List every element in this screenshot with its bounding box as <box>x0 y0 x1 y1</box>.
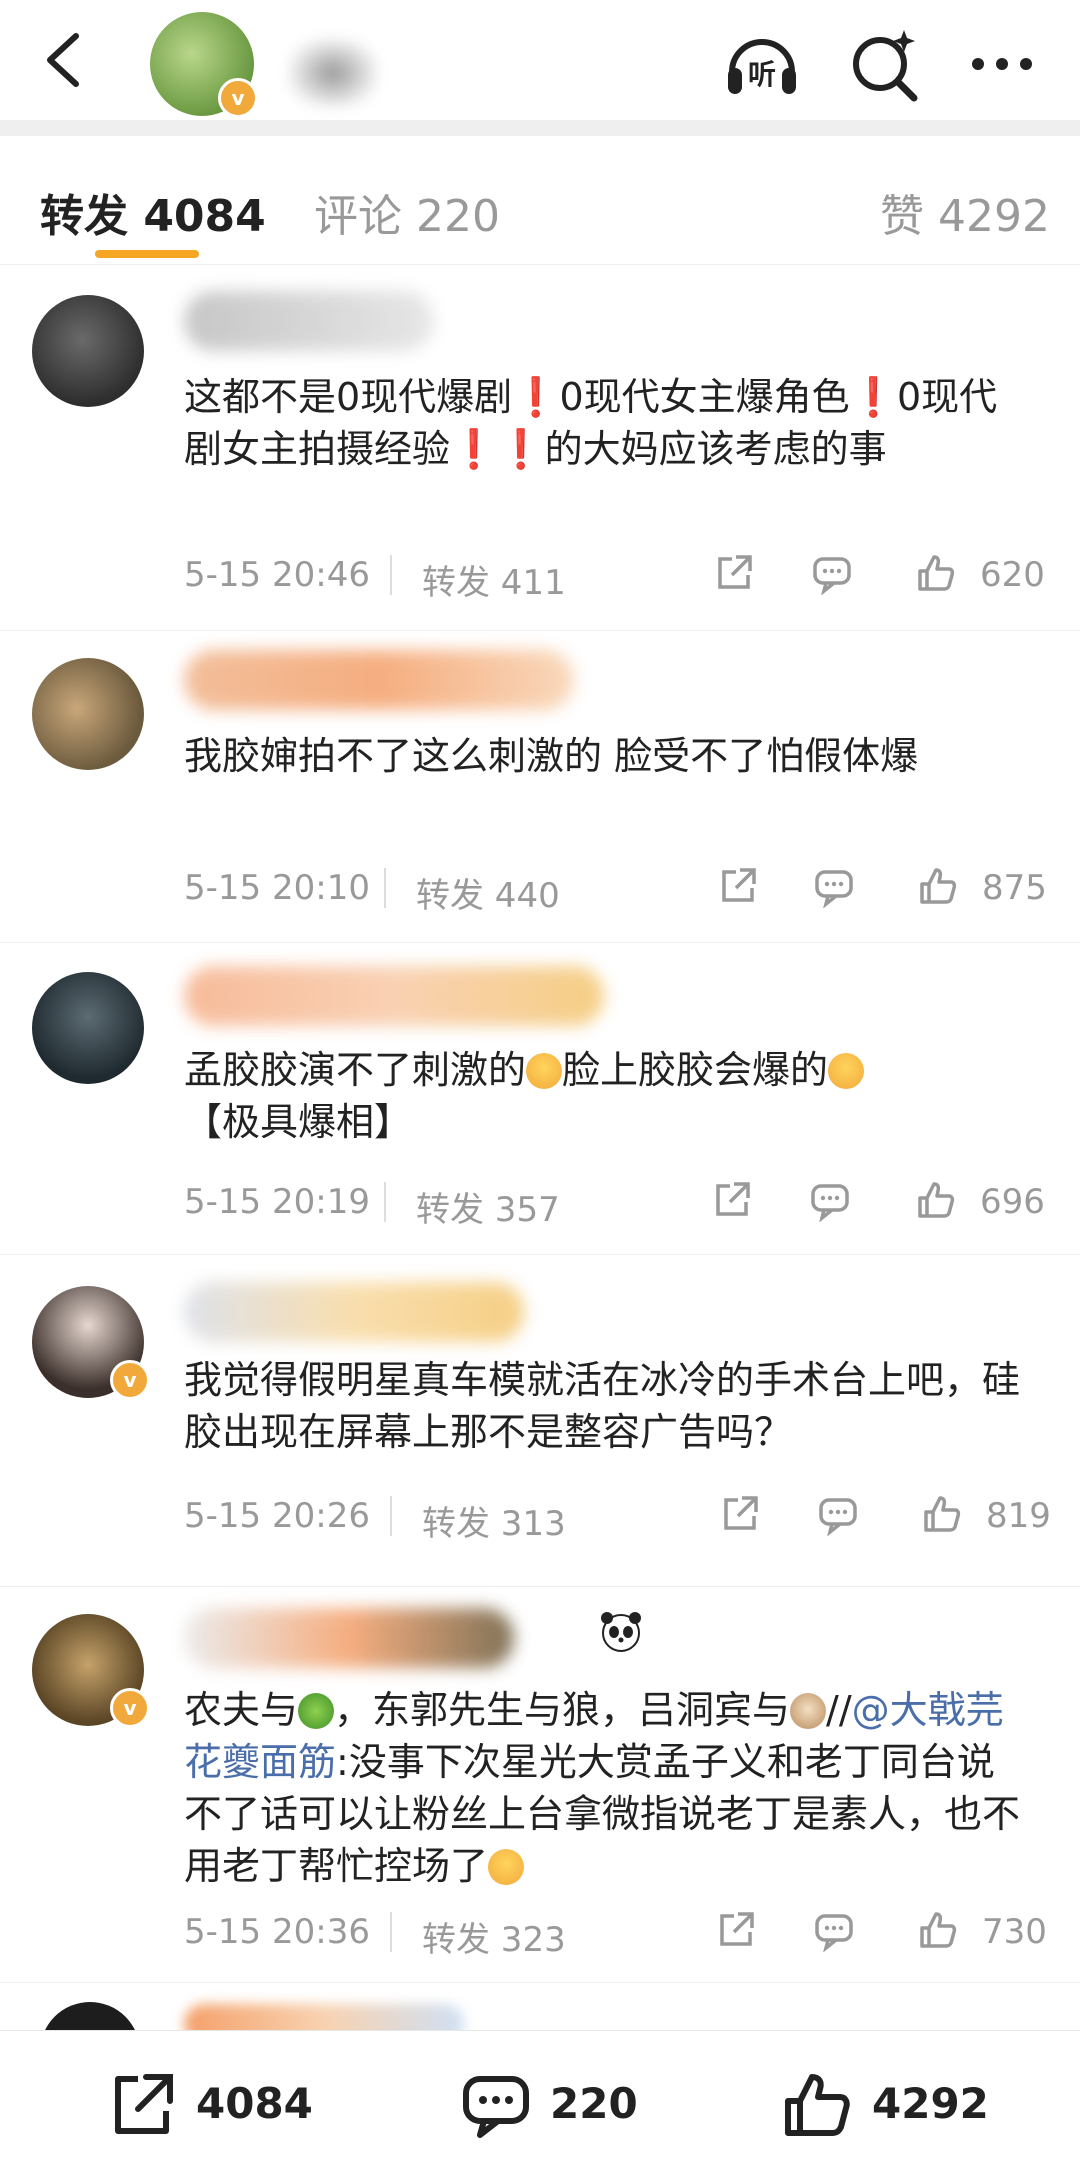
like-count: 730 <box>982 1912 1047 1952</box>
panda-emoji <box>601 1612 641 1652</box>
svg-text:听: 听 <box>748 58 776 91</box>
comment-icon[interactable] <box>816 1492 860 1536</box>
author-name-blurred <box>288 38 378 108</box>
repost-text: 农夫与 ，东郭先生与狼，吕洞宾与//@大戟芫花夔面筋:没事下次星光大赏孟子义和老丁… <box>184 1688 1021 1888</box>
pleading-face-emoji <box>828 1053 865 1089</box>
like-icon[interactable] <box>914 1178 958 1222</box>
repost-count[interactable]: 转发 357 <box>416 1182 560 1231</box>
timestamp: 5-15 20:26 <box>184 1496 370 1536</box>
username-blurred[interactable] <box>184 1608 514 1668</box>
repost-count[interactable]: 转发 411 <box>422 555 566 604</box>
like-icon[interactable] <box>920 1492 964 1536</box>
like-button[interactable]: 4292 <box>780 2065 1020 2145</box>
repost-item[interactable]: v 农夫与 ，东郭先生与狼，吕洞宾与//@大戟芫花夔面筋:没事下次星光大赏孟子义和… <box>0 1586 1080 1983</box>
search-sparkle-icon[interactable] <box>842 22 926 106</box>
user-avatar[interactable] <box>32 658 144 770</box>
tab-likes[interactable]: 赞 4292 <box>880 180 1050 244</box>
verified-badge: v <box>110 1688 150 1728</box>
like-count: 875 <box>982 868 1047 908</box>
comment-icon[interactable] <box>810 551 854 595</box>
user-avatar <box>40 2002 140 2030</box>
like-icon[interactable] <box>916 864 960 908</box>
repost-meta: 5-15 20:19 转发 357 696 <box>184 1172 1045 1232</box>
username-blurred[interactable] <box>184 1282 524 1342</box>
username-blurred[interactable] <box>184 650 574 710</box>
comment-icon[interactable] <box>808 1178 852 1222</box>
like-icon <box>785 2074 850 2136</box>
bottom-action-bar: 4084 220 4292 <box>0 2030 1080 2181</box>
header-divider <box>0 120 1080 136</box>
user-avatar[interactable]: v <box>32 1286 150 1400</box>
share-icon[interactable] <box>710 1178 754 1222</box>
repost-count[interactable]: 转发 323 <box>422 1912 566 1961</box>
comment-icon[interactable] <box>812 864 856 908</box>
repost-count: 4084 <box>196 2079 313 2128</box>
meta-divider <box>390 1496 392 1536</box>
repost-meta: 5-15 20:26 转发 313 819 <box>184 1486 1051 1546</box>
comment-count: 220 <box>550 2079 638 2128</box>
repost-item[interactable]: v 我觉得假明星真车模就活在冰冷的手术台上吧，硅胶出现在屏幕上那不是整容广告吗？… <box>0 1254 1080 1587</box>
share-icon <box>115 2074 173 2134</box>
timestamp: 5-15 20:10 <box>184 868 370 908</box>
repost-text: 我胶婶拍不了这么刺激的 脸受不了怕假体爆 <box>184 734 919 778</box>
verified-badge: v <box>218 78 258 118</box>
top-bar: v 听 <box>0 0 1080 120</box>
comment-button[interactable]: 220 <box>458 2065 658 2145</box>
like-count: 696 <box>980 1182 1045 1222</box>
chevron-left-icon[interactable] <box>34 28 94 92</box>
share-icon[interactable] <box>712 551 756 595</box>
like-count: 819 <box>986 1496 1051 1536</box>
repost-item[interactable]: 这都不是0现代爆剧❗0现代女主爆角色❗0现代剧女主拍摄经验❗❗的大妈应该考虑的事… <box>0 265 1080 631</box>
repost-text: 孟胶胶演不了刺激的 脸上胶胶会爆的 【极具爆相】 <box>184 1044 1024 1148</box>
user-avatar[interactable]: v <box>32 1614 150 1728</box>
username-blurred[interactable] <box>184 966 604 1026</box>
meta-divider <box>390 1912 392 1952</box>
meta-divider <box>390 555 392 595</box>
active-tab-indicator <box>95 250 199 258</box>
meta-divider <box>384 1182 386 1222</box>
tab-bar: 转发 4084 评论 220 赞 4292 <box>0 136 1080 265</box>
repost-item-partial <box>0 1982 1080 2030</box>
repost-item[interactable]: 我胶婶拍不了这么刺激的 脸受不了怕假体爆 5-15 20:10 转发 440 8… <box>0 630 1080 943</box>
timestamp: 5-15 20:46 <box>184 555 370 595</box>
repost-meta: 5-15 20:36 转发 323 730 <box>184 1902 1047 1962</box>
repost-count[interactable]: 转发 440 <box>416 868 560 917</box>
tab-reposts[interactable]: 转发 4084 <box>40 180 266 244</box>
comment-icon[interactable] <box>812 1908 856 1952</box>
listen-icon[interactable]: 听 <box>720 22 804 106</box>
verified-badge: v <box>110 1360 150 1400</box>
like-count: 4292 <box>872 2079 989 2128</box>
pleading-face-emoji <box>526 1053 563 1089</box>
repost-text: 这都不是0现代爆剧❗0现代女主爆角色❗0现代剧女主拍摄经验❗❗的大妈应该考虑的事 <box>184 375 998 471</box>
user-avatar[interactable] <box>32 295 144 407</box>
timestamp: 5-15 20:19 <box>184 1182 370 1222</box>
snake-emoji <box>298 1693 335 1729</box>
share-icon[interactable] <box>714 1908 758 1952</box>
repost-button[interactable]: 4084 <box>104 2065 324 2145</box>
repost-text: 我觉得假明星真车模就活在冰冷的手术台上吧，硅胶出现在屏幕上那不是整容广告吗？ <box>184 1358 1021 1454</box>
like-count: 620 <box>980 555 1045 595</box>
tab-comments[interactable]: 评论 220 <box>314 180 500 244</box>
like-icon[interactable] <box>916 1908 960 1952</box>
share-icon[interactable] <box>718 1492 762 1536</box>
more-horizontal-icon[interactable] <box>960 22 1044 106</box>
author-avatar[interactable]: v <box>150 12 258 118</box>
comment-icon <box>463 2076 529 2138</box>
like-icon[interactable] <box>914 551 958 595</box>
dog-face-emoji <box>790 1693 827 1729</box>
meta-divider <box>384 868 386 908</box>
username-blurred[interactable] <box>184 291 434 351</box>
repost-item[interactable]: 孟胶胶演不了刺激的 脸上胶胶会爆的 【极具爆相】 5-15 20:19 转发 35… <box>0 942 1080 1255</box>
timestamp: 5-15 20:36 <box>184 1912 370 1952</box>
username-blurred <box>184 2004 464 2030</box>
user-avatar[interactable] <box>32 972 144 1084</box>
repost-meta: 5-15 20:46 转发 411 620 <box>184 545 1045 605</box>
repost-count[interactable]: 转发 313 <box>422 1496 566 1545</box>
repost-meta: 5-15 20:10 转发 440 875 <box>184 858 1047 918</box>
kissing-face-emoji <box>488 1849 525 1885</box>
share-icon[interactable] <box>716 864 760 908</box>
